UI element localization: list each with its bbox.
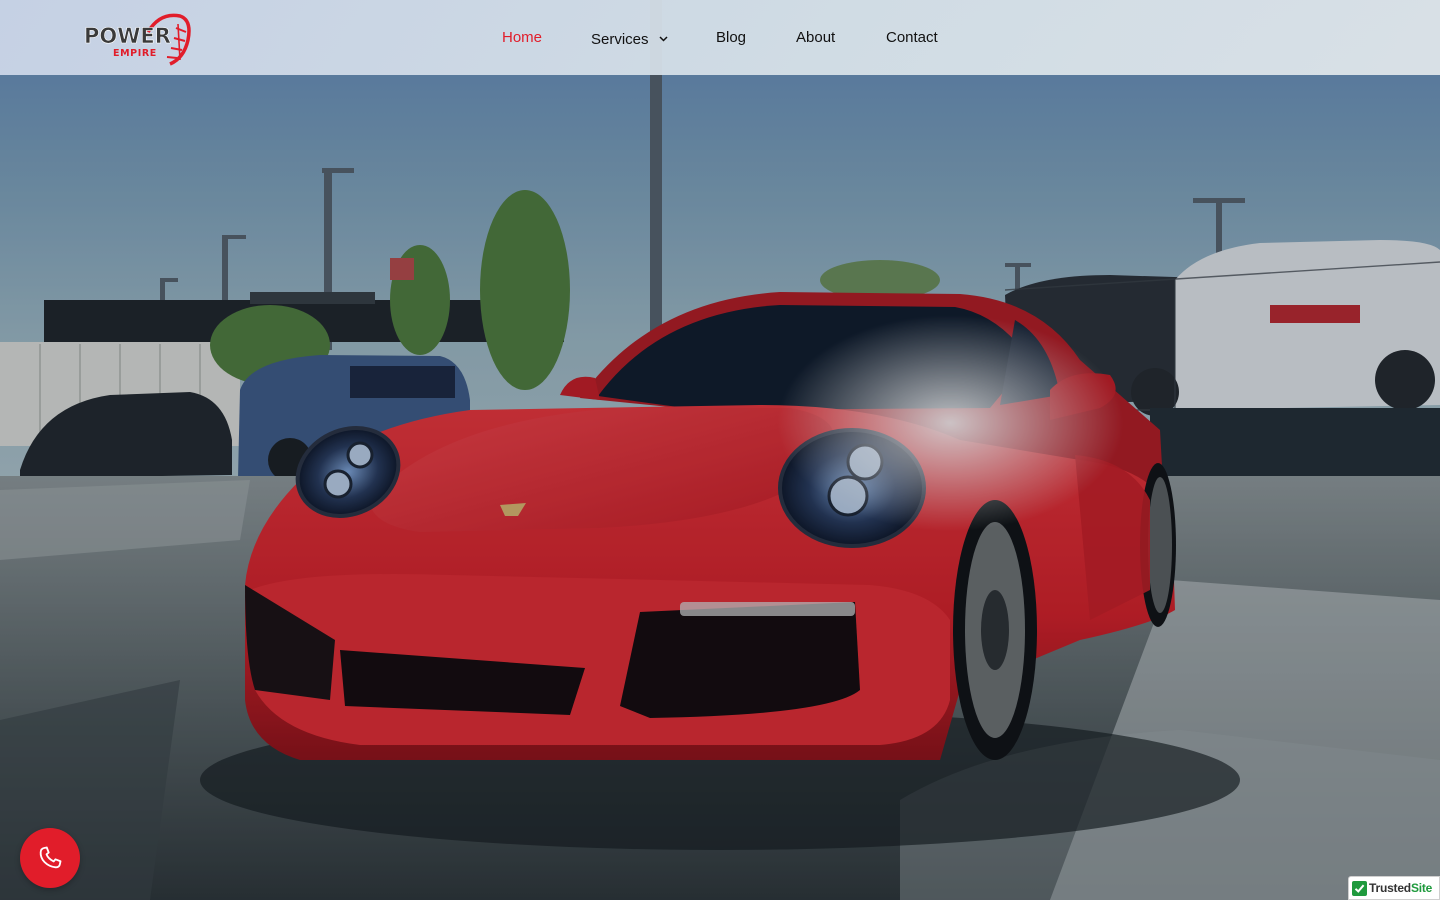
badge-text-trusted: Trusted [1369,881,1411,895]
nav-services[interactable]: Services [591,28,668,50]
nav-about[interactable]: About [796,28,835,48]
nav-home[interactable]: Home [502,28,542,48]
hero-section [0,0,1440,900]
call-button[interactable] [20,828,80,888]
checkmark-icon [1352,880,1367,896]
phone-icon [39,846,62,869]
chevron-down-icon [659,28,668,48]
nav-contact[interactable]: Contact [886,28,938,48]
site-header: POWER EMPIRE Home Services Blog About Co… [0,0,1440,75]
trustedsite-badge[interactable]: Trusted Site [1348,876,1440,900]
logo-wordmark: POWER [84,24,172,49]
logo-subword: EMPIRE [113,48,157,59]
badge-text-site: Site [1410,881,1433,895]
hero-image [0,0,1440,900]
nav-blog[interactable]: Blog [716,28,746,48]
brand-logo[interactable]: POWER EMPIRE [84,10,191,66]
nav-services-label: Services [591,31,649,48]
